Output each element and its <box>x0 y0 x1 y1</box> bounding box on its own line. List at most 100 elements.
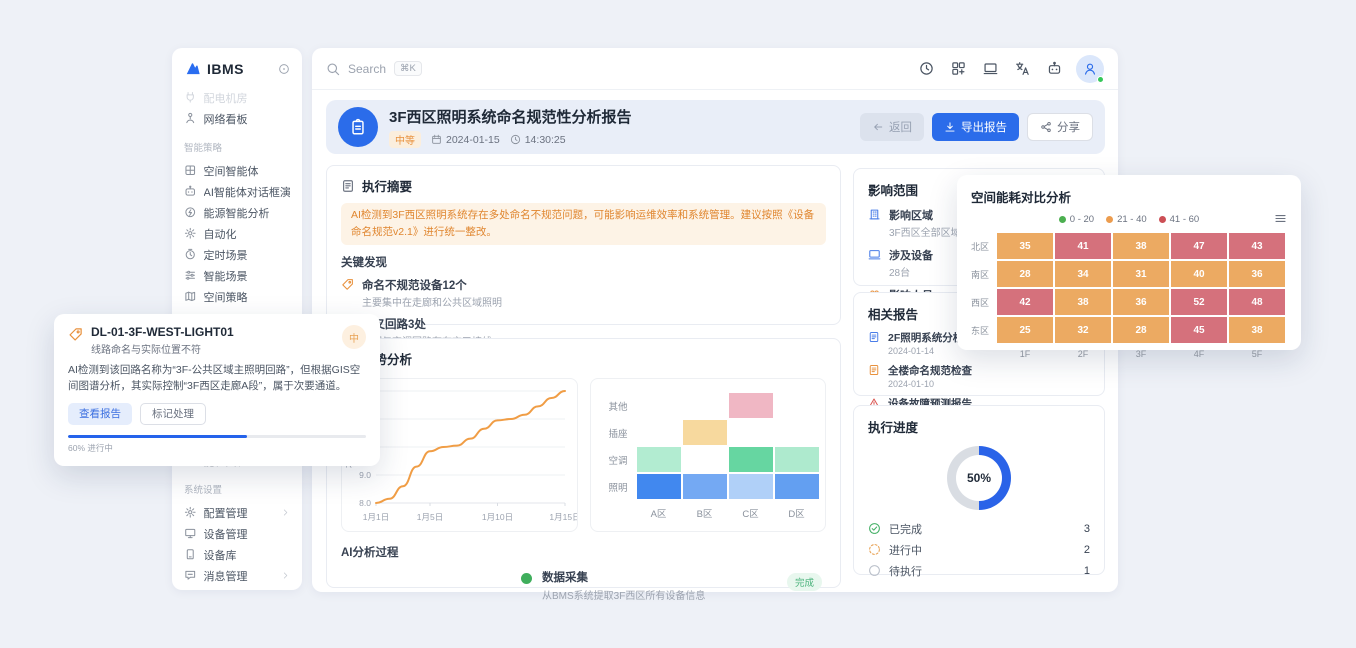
related-title: 相关报告 <box>868 304 918 323</box>
sidebar-item[interactable]: 网络看板 <box>172 108 302 129</box>
heatmap-cell <box>729 393 773 418</box>
heatmap-cell <box>637 420 681 445</box>
findings-title: 关键发现 <box>341 254 826 270</box>
sidebar-item[interactable]: 空间策略 <box>172 286 302 307</box>
report-time: 14:30:25 <box>510 134 566 146</box>
sidebar-item[interactable]: 设备管理 <box>172 523 302 544</box>
alert-device-id: DL-01-3F-WEST-LIGHT01 <box>91 325 234 339</box>
sidebar-item[interactable]: AI智能体对话框演示 <box>172 181 302 202</box>
energy-col-label: 2F <box>1055 345 1111 359</box>
related-report-title: 全楼命名规范检查 <box>888 363 972 378</box>
svg-text:8.0: 8.0 <box>359 498 371 508</box>
display-icon[interactable] <box>983 61 998 76</box>
energy-col-label: 4F <box>1171 345 1227 359</box>
sidebar-item[interactable]: 组件库 <box>172 586 302 590</box>
online-status-dot <box>1097 76 1104 83</box>
svg-text:9.0: 9.0 <box>359 470 371 480</box>
robot-icon[interactable] <box>1047 61 1062 76</box>
energy-col-label: 1F <box>997 345 1053 359</box>
sidebar-item[interactable]: 定时场景 <box>172 244 302 265</box>
space-icon <box>184 164 197 177</box>
sidebar-section-label: 智能策略 <box>172 140 302 154</box>
alert-actions: 查看报告 标记处理 <box>68 403 366 425</box>
energy-col-label: 5F <box>1229 345 1285 359</box>
search-input[interactable]: Search ⌘K <box>326 61 919 76</box>
chevron-right-icon <box>281 571 290 580</box>
energy-row-label: 南区 <box>971 261 995 287</box>
alert-progress-track <box>68 435 366 439</box>
display-icon <box>868 248 881 261</box>
heatmap-cell <box>775 447 819 472</box>
message-icon <box>184 569 197 582</box>
impact-item-desc: 3F西区全部区域 <box>889 224 961 239</box>
related-report-item[interactable]: 全楼命名规范检查 2024-01-10 <box>868 363 1090 389</box>
sidebar-item[interactable]: 设备库 <box>172 544 302 565</box>
sidebar-item[interactable]: 配电机房 <box>172 87 302 108</box>
tag-icon <box>341 278 354 291</box>
clipboard-icon <box>349 118 367 136</box>
sidebar-item[interactable]: 能源智能分析 <box>172 202 302 223</box>
energy-legend-item: 41 - 60 <box>1159 214 1200 225</box>
logo-row: IBMS <box>172 48 302 87</box>
trend-analysis-card: 趋势分析 8.09.010.011.012.01月1日1月5日1月10日1月15… <box>326 338 841 588</box>
view-report-button[interactable]: 查看报告 <box>68 403 132 425</box>
progress-percent: 50% <box>947 446 1011 510</box>
banner-actions: 返回 导出报告 分享 <box>860 113 1093 141</box>
topbar-icons <box>919 61 1062 76</box>
menu-icon[interactable] <box>1274 212 1287 225</box>
doc-icon <box>868 331 880 343</box>
energy-cell: 36 <box>1113 289 1169 315</box>
back-button-label: 返回 <box>889 119 912 135</box>
mark-handled-button[interactable]: 标记处理 <box>140 403 206 425</box>
sidebar-item[interactable]: 空间智能体 <box>172 160 302 181</box>
history-icon[interactable] <box>919 61 934 76</box>
gear-icon <box>184 227 197 240</box>
calendar-icon <box>431 134 442 145</box>
target-icon[interactable] <box>278 63 290 75</box>
summary-title: 执行摘要 <box>362 176 412 195</box>
sidebar-item[interactable]: 自动化 <box>172 223 302 244</box>
export-report-button[interactable]: 导出报告 <box>932 113 1019 141</box>
heatmap-cell <box>729 447 773 472</box>
sidebar-item-label: 设备管理 <box>204 526 291 542</box>
energy-cell: 38 <box>1229 317 1285 343</box>
sidebar-item-label: 组件库 <box>204 589 275 591</box>
sidebar-item-label: 消息管理 <box>204 568 275 584</box>
energy-cell: 42 <box>997 289 1053 315</box>
sidebar-item-label: 空间策略 <box>204 289 291 305</box>
sidebar-item[interactable]: 消息管理 <box>172 565 302 586</box>
ai-process-title: AI分析过程 <box>341 544 826 560</box>
energy-panel-title: 空间能耗对比分析 <box>971 187 1287 206</box>
related-report-date: 2024-01-10 <box>888 379 972 389</box>
app-canvas: IBMS 配电机房 网络看板 智能策略 空间智能体 AI智能体对话框演示 能源智… <box>0 0 1356 648</box>
energy-col-label: 3F <box>1113 345 1169 359</box>
sidebar-item[interactable]: 智能场景 <box>172 265 302 286</box>
scene-icon <box>184 269 197 282</box>
finding-title: 交叉回路3处 <box>362 316 492 332</box>
share-button[interactable]: 分享 <box>1027 113 1093 141</box>
back-button[interactable]: 返回 <box>860 113 924 141</box>
sidebar-item-label: 配电机房 <box>204 90 291 106</box>
alert-detail-popup: DL-01-3F-WEST-LIGHT01 线路命名与实际位置不符 中 AI检测… <box>54 314 380 466</box>
network-icon <box>184 112 197 125</box>
sidebar-item-label: 网络看板 <box>204 111 291 127</box>
report-time-value: 14:30:25 <box>525 134 566 146</box>
energy-legend: 0 - 20 21 - 40 41 - 60 <box>1059 214 1199 225</box>
avatar[interactable] <box>1076 55 1104 83</box>
svg-text:1月5日: 1月5日 <box>417 512 443 522</box>
sidebar-item[interactable]: 配置管理 <box>172 502 302 523</box>
severity-badge: 中等 <box>389 131 421 148</box>
apps-icon[interactable] <box>951 61 966 76</box>
tag-icon <box>68 327 83 342</box>
translate-icon[interactable] <box>1015 61 1030 76</box>
finding-desc: 主要集中在走廊和公共区域照明 <box>362 294 502 309</box>
step-desc: 从BMS系统提取3F西区所有设备信息 <box>542 587 705 602</box>
related-report-title: 2F照明系统分析 <box>888 330 963 345</box>
chevron-right-icon <box>281 508 290 517</box>
energy-cell: 38 <box>1113 233 1169 259</box>
progress-legend-value: 1 <box>1084 565 1090 577</box>
alert-subtitle: 线路命名与实际位置不符 <box>91 341 234 356</box>
progress-legend-value: 3 <box>1084 523 1090 535</box>
search-placeholder: Search <box>348 62 386 76</box>
impact-item-title: 涉及设备 <box>889 247 933 263</box>
